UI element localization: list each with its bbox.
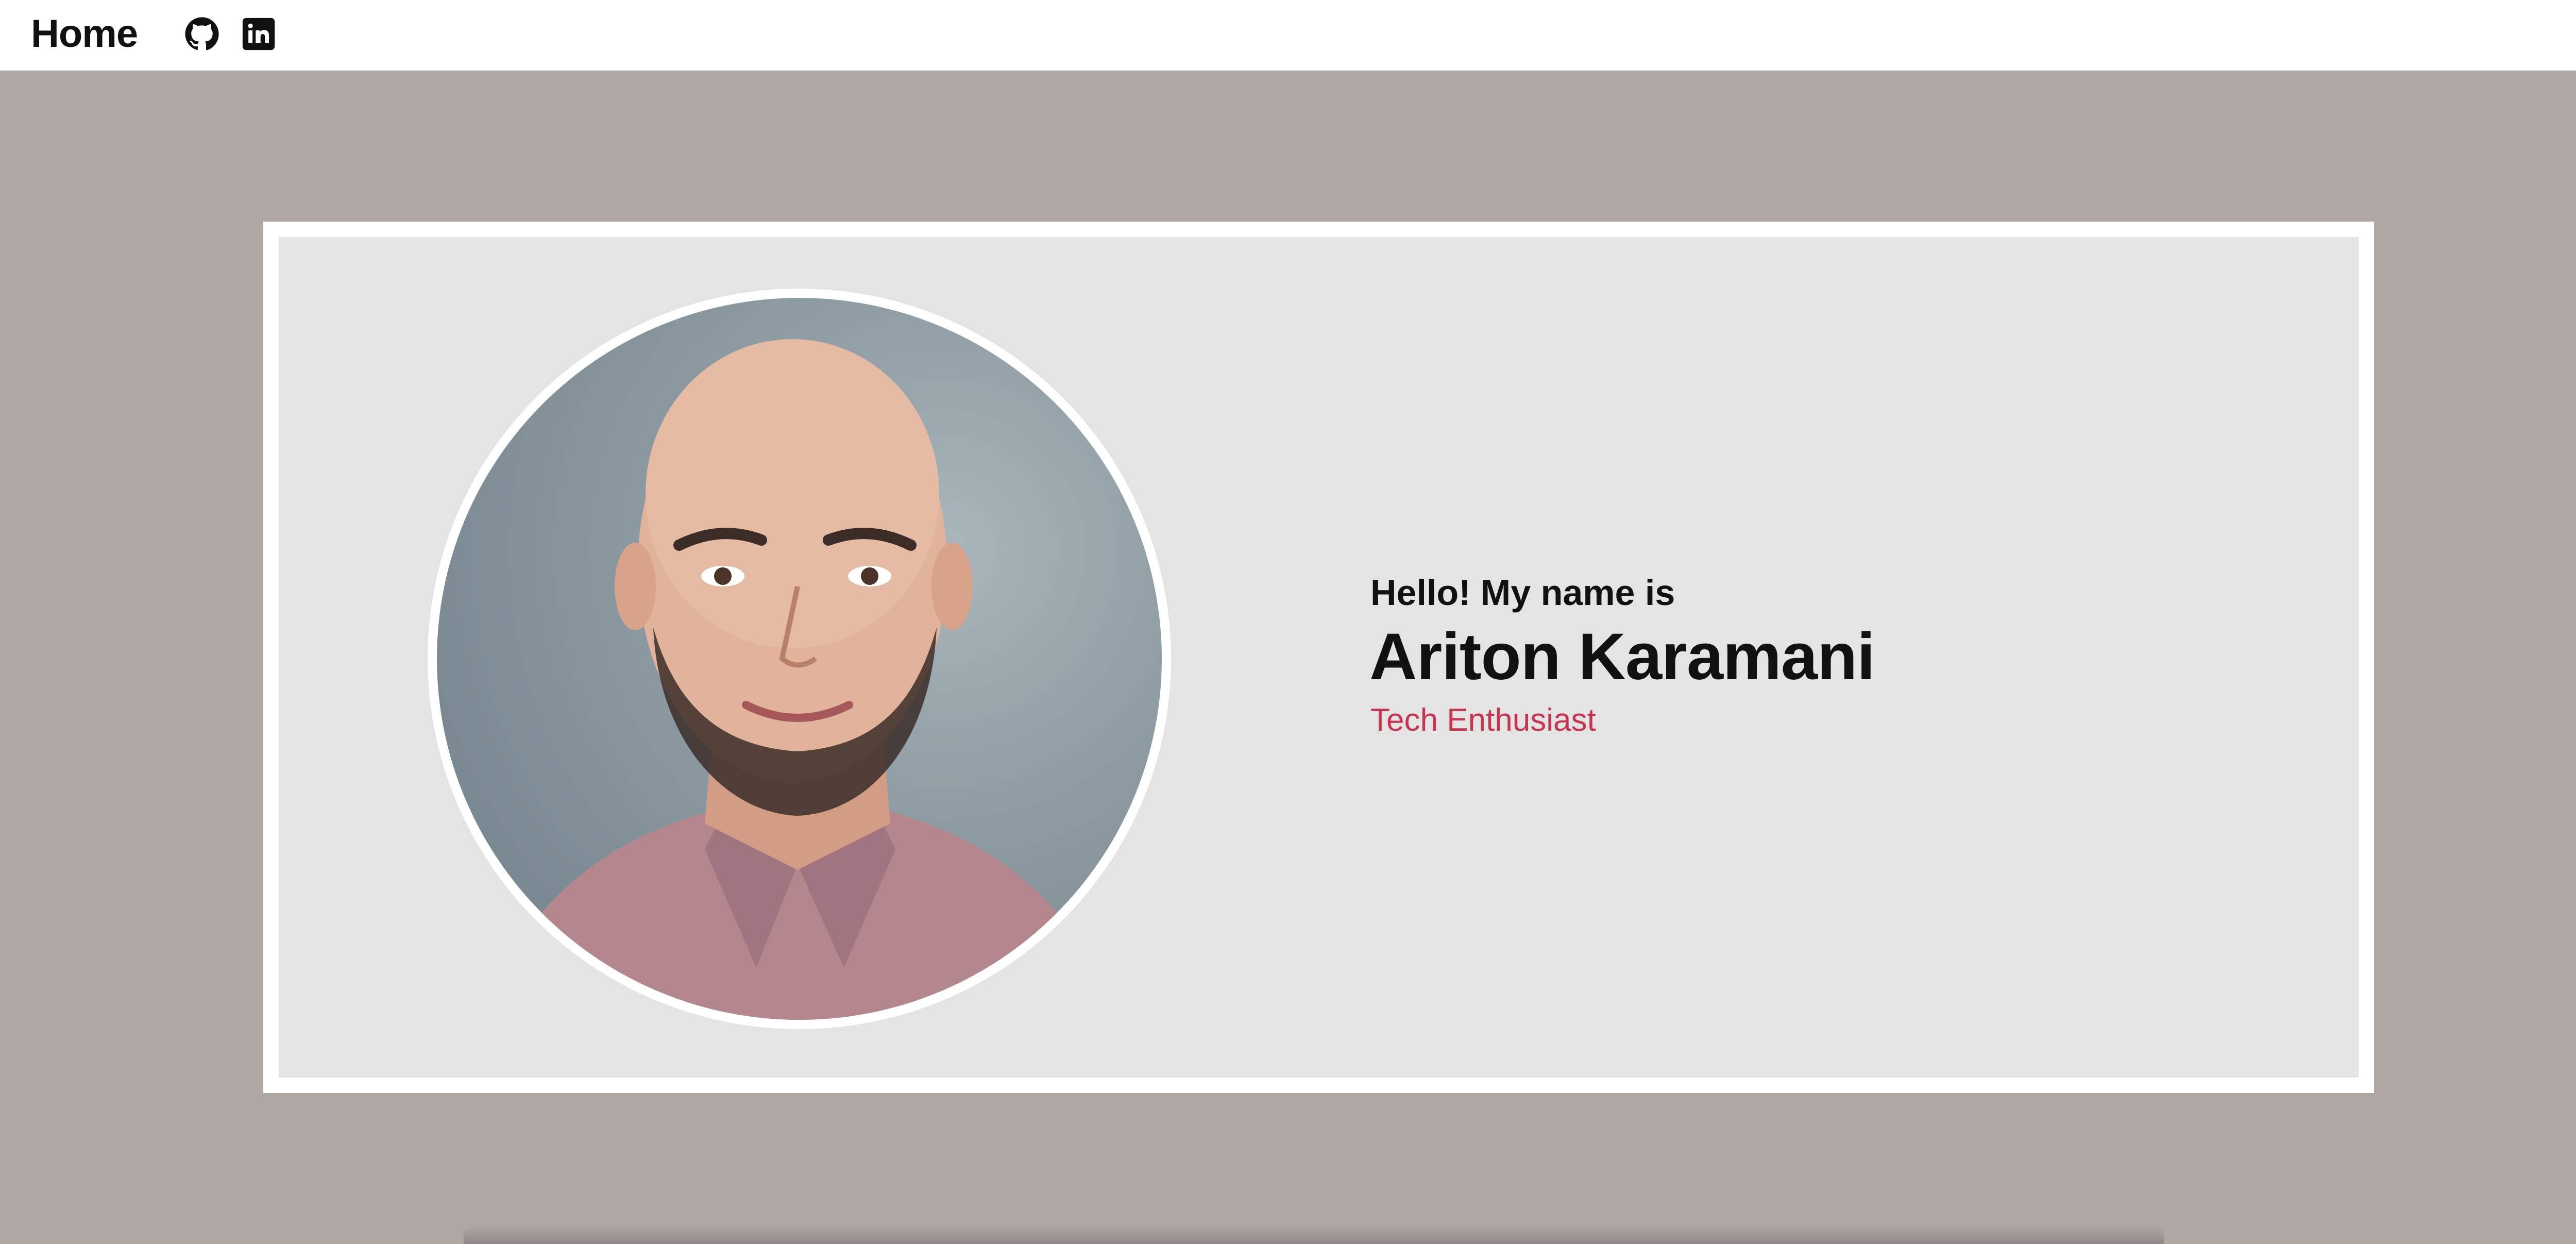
profile-name: Ariton Karamani bbox=[1369, 620, 1875, 694]
portrait-illustration bbox=[483, 339, 1117, 1020]
linkedin-icon[interactable] bbox=[241, 16, 276, 52]
home-link[interactable]: Home bbox=[31, 12, 138, 56]
profile-photo bbox=[437, 298, 1162, 1020]
next-section-edge bbox=[464, 1226, 2164, 1244]
profile-role: Tech Enthusiast bbox=[1370, 702, 1596, 738]
profile-photo-frame bbox=[428, 289, 1171, 1029]
greeting-text: Hello! My name is bbox=[1370, 573, 1675, 613]
linkedin-icon-glyph bbox=[242, 18, 275, 51]
github-icon[interactable] bbox=[184, 16, 219, 52]
top-navbar: Home bbox=[0, 0, 2576, 71]
github-icon-glyph bbox=[185, 17, 219, 51]
